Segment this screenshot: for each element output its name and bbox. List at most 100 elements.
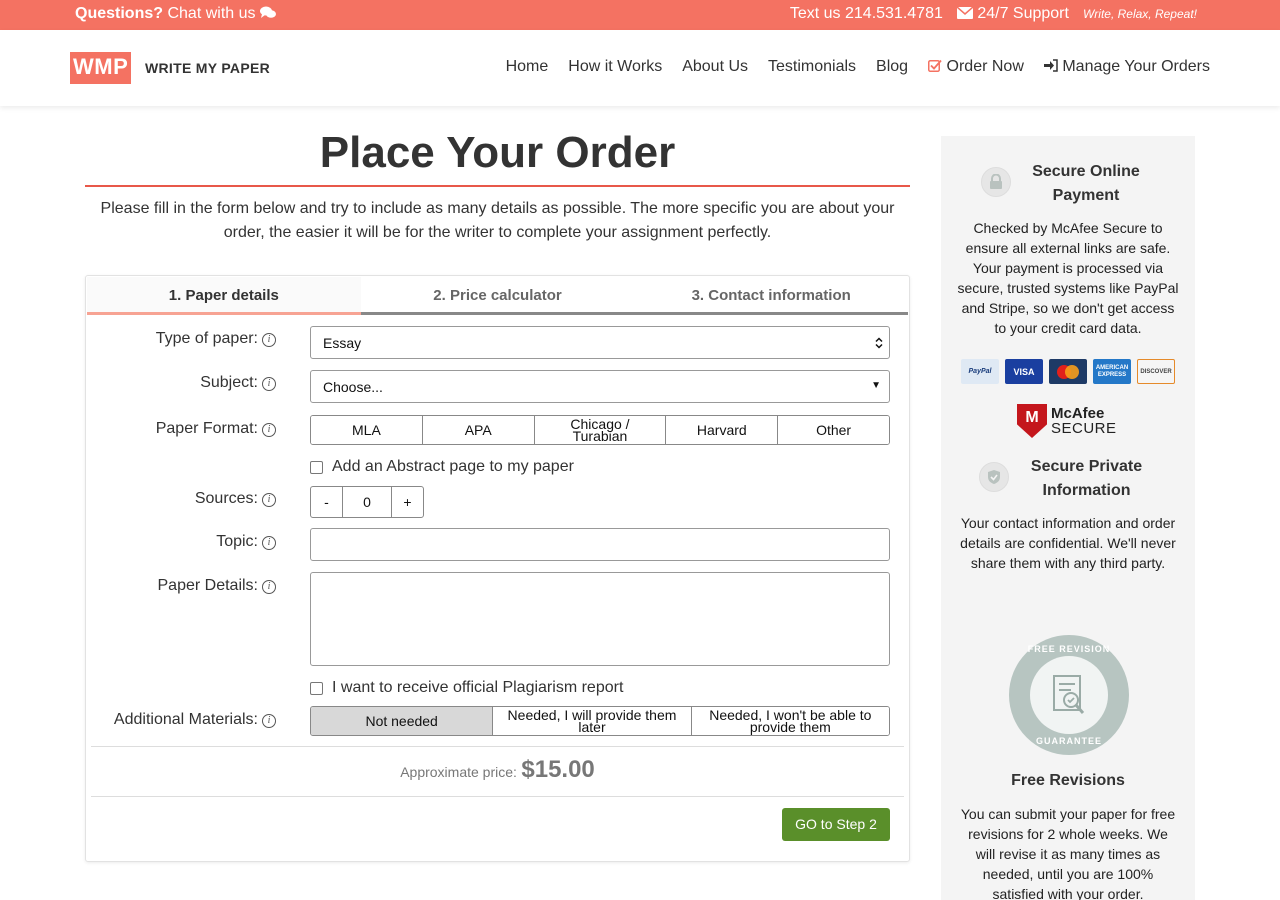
type-of-paper-select[interactable]: Essay xyxy=(310,326,890,359)
order-form: 1. Paper details 2. Price calculator 3. … xyxy=(85,275,910,862)
format-option-chicago[interactable]: Chicago / Turabian xyxy=(534,416,667,444)
tab-contact-information[interactable]: 3. Contact information xyxy=(634,277,909,315)
chat-label: Chat with us xyxy=(167,5,256,22)
shield-check-icon xyxy=(979,462,1009,492)
document-magnifier-icon xyxy=(1053,675,1085,714)
info-icon[interactable]: i xyxy=(262,493,276,507)
sources-input[interactable]: 0 xyxy=(342,487,392,517)
subject-text: Subject: xyxy=(200,374,258,391)
plagiarism-option[interactable]: I want to receive official Plagiarism re… xyxy=(310,679,623,697)
sources-decrement-button[interactable]: - xyxy=(311,487,342,517)
sign-in-icon xyxy=(1043,59,1058,72)
free-revisions-text: You can submit your paper for free revis… xyxy=(960,806,1176,900)
nav-manage-orders[interactable]: Manage Your Orders xyxy=(1043,58,1210,76)
abstract-option[interactable]: Add an Abstract page to my paper xyxy=(310,458,574,476)
tagline: Write, Relax, Repeat! xyxy=(1082,7,1197,21)
materials-option-provide-later[interactable]: Needed, I will provide them later xyxy=(493,707,692,735)
nav-how-it-works[interactable]: How it Works xyxy=(568,58,662,76)
nav-about-us[interactable]: About Us xyxy=(682,58,748,76)
secure-payment-text: Checked by McAfee Secure to ensure all e… xyxy=(957,220,1179,336)
sources-increment-button[interactable]: + xyxy=(392,487,423,517)
plagiarism-checkbox[interactable] xyxy=(310,681,323,695)
seal-bottom-text: GUARANTEE xyxy=(1035,736,1102,746)
type-of-paper-text: Type of paper: xyxy=(155,330,258,347)
mcafee-brand: McAfee xyxy=(1051,405,1105,422)
info-icon[interactable]: i xyxy=(262,377,276,391)
price-label: Approximate price: xyxy=(400,764,517,780)
free-revision-guarantee-seal: FREE REVISION GUARANTEE xyxy=(1009,635,1129,755)
tab-paper-details[interactable]: 1. Paper details xyxy=(87,277,361,315)
seal-top-text: FREE REVISION xyxy=(1027,644,1111,654)
sources-stepper: - 0 + xyxy=(310,486,424,518)
divider xyxy=(91,746,904,747)
caret-down-icon: ▼ xyxy=(871,380,881,391)
divider xyxy=(91,796,904,797)
info-icon[interactable]: i xyxy=(262,714,276,728)
subject-select[interactable]: Choose... ▼ xyxy=(310,370,890,403)
nav-testimonials[interactable]: Testimonials xyxy=(768,58,856,76)
paper-format-options: MLA APA Chicago / Turabian Harvard Other xyxy=(310,415,890,445)
paper-details-textarea[interactable] xyxy=(310,572,890,666)
title-divider xyxy=(85,185,910,187)
approximate-price: Approximate price: $15.00 xyxy=(86,756,909,784)
format-option-mla[interactable]: MLA xyxy=(311,416,423,444)
discover-logo: DISCOVER xyxy=(1137,359,1175,384)
nav-home[interactable]: Home xyxy=(506,58,549,76)
nav-order-now[interactable]: Order Now xyxy=(928,58,1024,76)
plagiarism-label: I want to receive official Plagiarism re… xyxy=(332,679,624,696)
info-icon[interactable]: i xyxy=(262,536,276,550)
materials-option-cannot-provide[interactable]: Needed, I won't be able to provide them xyxy=(691,707,889,735)
type-of-paper-label: Type of paper: i xyxy=(86,330,276,348)
top-bar: Questions? Chat with us Text us 214.531.… xyxy=(0,0,1280,30)
envelope-icon xyxy=(956,6,974,19)
info-icon[interactable]: i xyxy=(262,333,276,347)
paypal-logo: PayPal xyxy=(961,359,999,384)
trust-sidebar: Secure Online Payment Checked by McAfee … xyxy=(941,136,1195,900)
brand-name[interactable]: WRITE MY PAPER xyxy=(145,60,270,76)
secure-payment-title: Secure Online Payment xyxy=(1032,163,1140,204)
info-icon[interactable]: i xyxy=(262,423,276,437)
mcafee-badge: M McAfee SECURE xyxy=(1017,404,1117,438)
subject-label: Subject: i xyxy=(86,374,276,392)
chat-link[interactable]: Questions? Chat with us xyxy=(75,5,276,23)
abstract-label: Add an Abstract page to my paper xyxy=(332,458,574,475)
materials-option-not-needed[interactable]: Not needed xyxy=(311,707,494,735)
questions-label: Questions? xyxy=(75,5,164,22)
nav-blog[interactable]: Blog xyxy=(876,58,908,76)
additional-materials-text: Additional Materials: xyxy=(113,711,258,728)
topic-text: Topic: xyxy=(216,533,258,550)
tab-price-calculator[interactable]: 2. Price calculator xyxy=(360,277,635,315)
paper-details-label: Paper Details: i xyxy=(86,577,276,595)
support-link[interactable]: 24/7 Support xyxy=(956,5,1069,23)
text-us-link[interactable]: Text us 214.531.4781 xyxy=(790,5,943,23)
format-option-harvard[interactable]: Harvard xyxy=(666,416,779,444)
logo[interactable]: WMP xyxy=(70,52,132,84)
sources-label: Sources: i xyxy=(86,490,276,508)
mcafee-secure: SECURE xyxy=(1051,420,1117,437)
type-of-paper-value: Essay xyxy=(323,335,362,351)
topic-label: Topic: i xyxy=(86,533,276,551)
check-square-icon xyxy=(928,59,942,72)
main-nav: WMP WRITE MY PAPER Home How it Works Abo… xyxy=(0,30,1280,106)
payment-cards: PayPal VISA AMERICAN EXPRESS DISCOVER xyxy=(961,359,1175,384)
updown-arrows-icon xyxy=(875,337,883,349)
mastercard-logo xyxy=(1049,359,1087,384)
additional-materials-options: Not needed Needed, I will provide them l… xyxy=(310,706,890,736)
additional-materials-label: Additional Materials: i xyxy=(86,711,276,729)
mastercard-circles-icon xyxy=(1057,364,1079,379)
nav-order-now-label: Order Now xyxy=(946,58,1024,75)
paper-format-text: Paper Format: xyxy=(155,420,258,437)
nav-manage-orders-label: Manage Your Orders xyxy=(1062,58,1210,75)
mcafee-shield-icon: M xyxy=(1017,404,1047,438)
topic-input[interactable] xyxy=(310,528,890,561)
support-label: 24/7 Support xyxy=(977,5,1069,22)
format-option-other[interactable]: Other xyxy=(778,416,889,444)
price-value: $15.00 xyxy=(521,756,595,783)
abstract-checkbox[interactable] xyxy=(310,460,323,474)
format-option-apa[interactable]: APA xyxy=(422,416,535,444)
info-icon[interactable]: i xyxy=(262,580,276,594)
go-to-step-2-button[interactable]: GO to Step 2 xyxy=(782,808,890,841)
intro-text: Please fill in the form below and try to… xyxy=(100,200,895,241)
chat-icon xyxy=(259,6,276,18)
amex-logo: AMERICAN EXPRESS xyxy=(1093,359,1131,384)
